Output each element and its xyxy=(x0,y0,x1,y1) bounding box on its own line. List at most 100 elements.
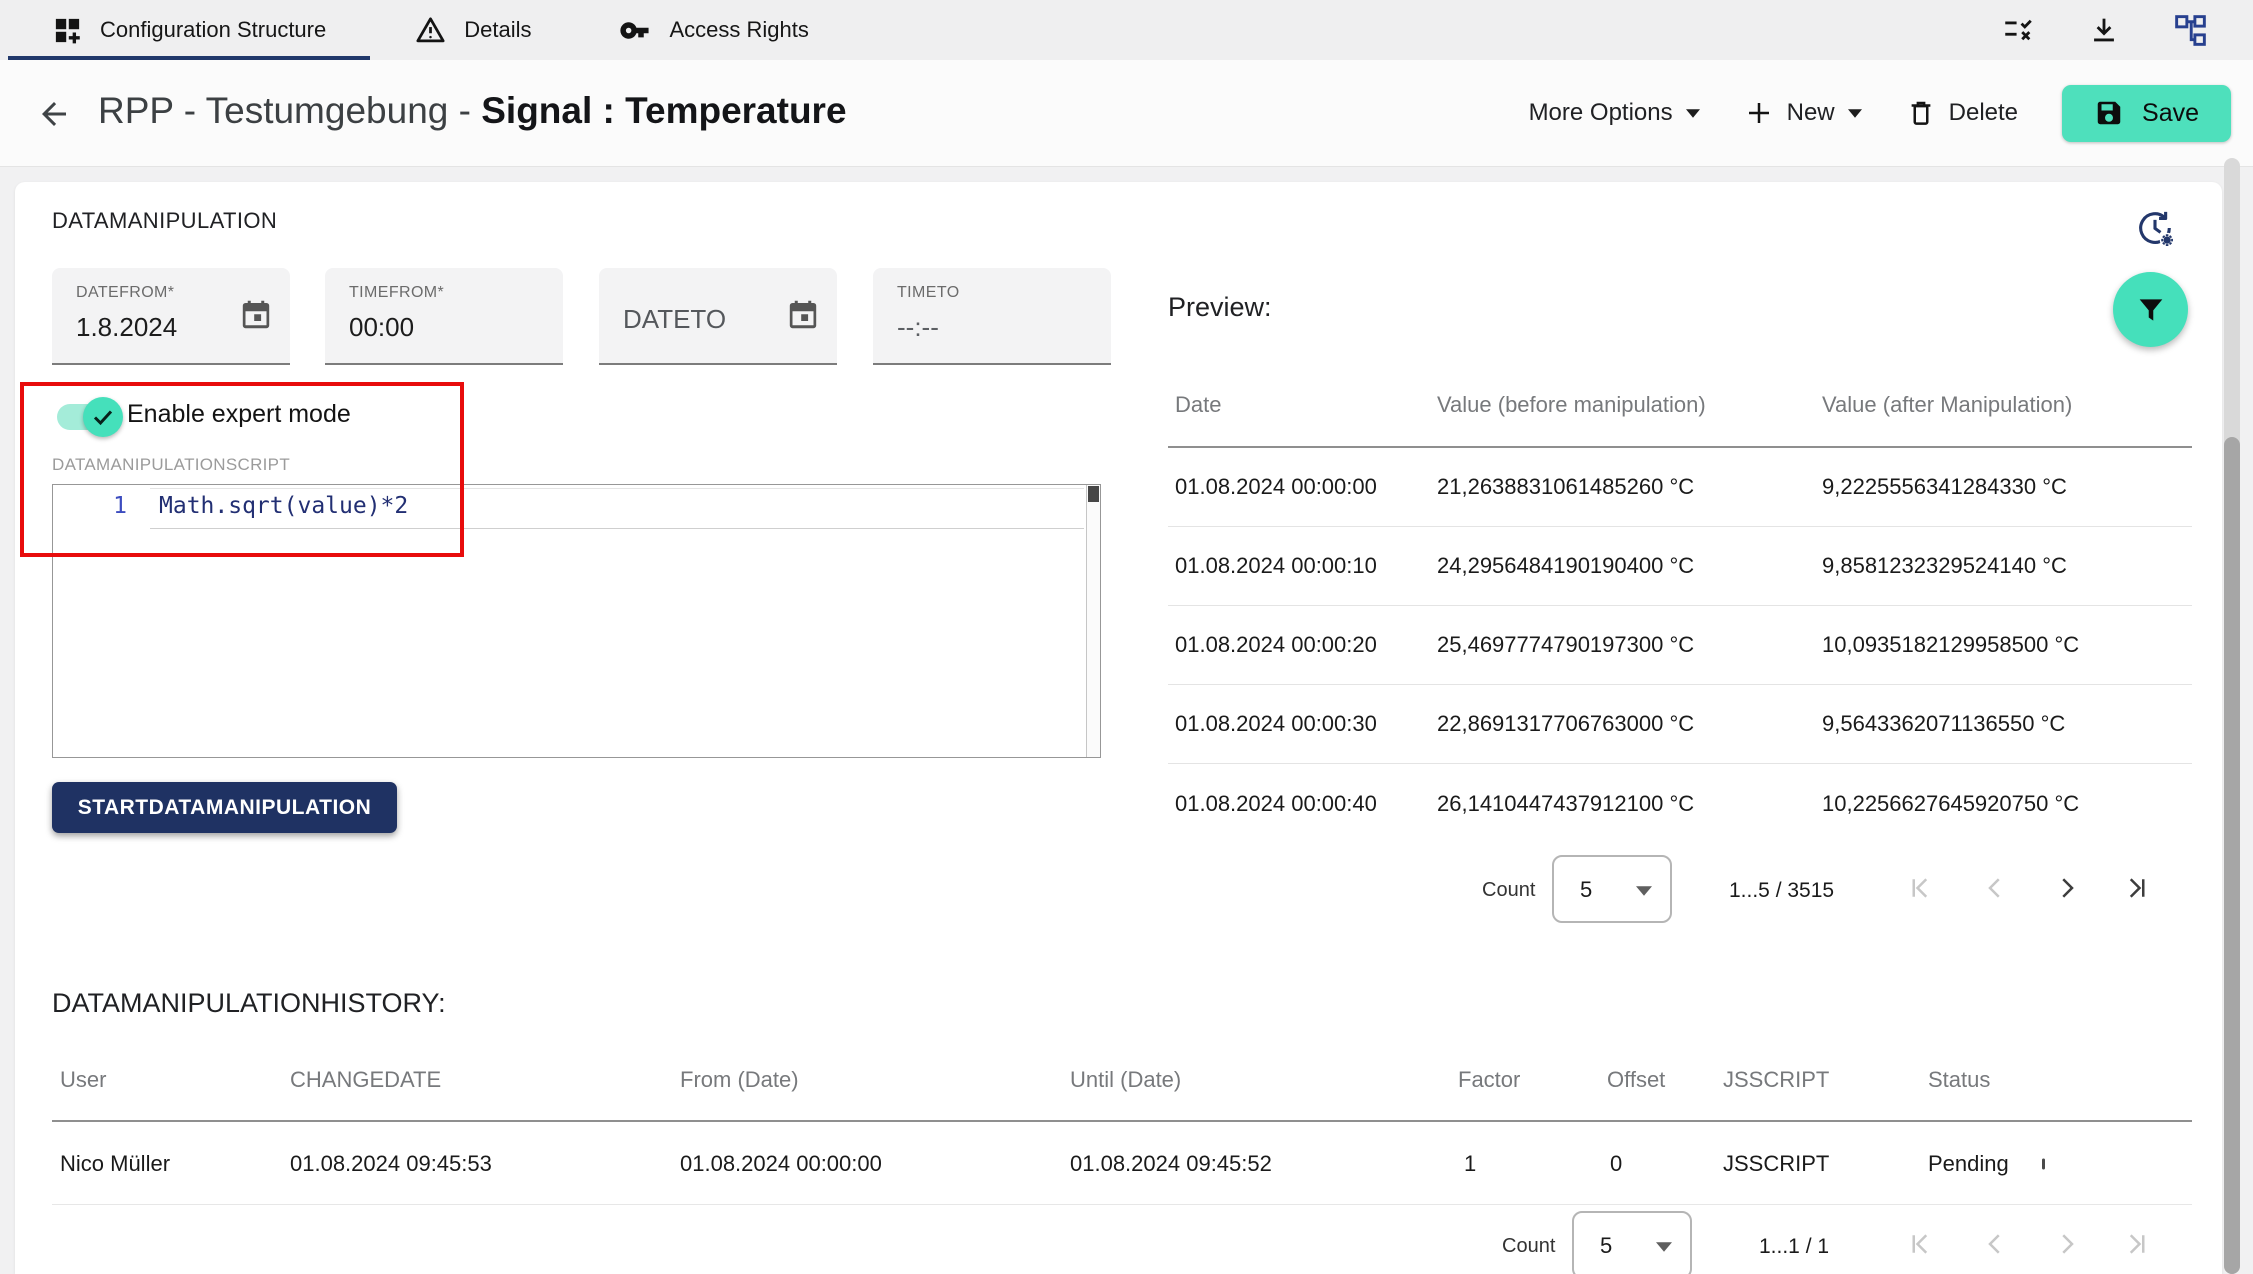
select-caret-icon xyxy=(1656,1242,1672,1252)
cell-before: 24,2956484190190400 °C xyxy=(1437,553,1694,579)
delete-button[interactable]: Delete xyxy=(1906,97,2018,129)
table-row: 01.08.2024 00:00:10 24,2956484190190400 … xyxy=(1168,527,2192,606)
next-page-button[interactable] xyxy=(2052,873,2082,903)
filter-fab-button[interactable] xyxy=(2113,272,2188,347)
tree-structure-icon[interactable] xyxy=(2173,13,2208,48)
expert-mode-toggle[interactable] xyxy=(57,404,113,430)
new-label: New xyxy=(1787,99,1835,127)
plus-icon xyxy=(1744,98,1774,128)
select-caret-icon xyxy=(1636,886,1652,896)
save-button[interactable]: Save xyxy=(2062,85,2231,142)
cell-date: 01.08.2024 00:00:30 xyxy=(1175,711,1377,737)
cell-before: 25,4697774790197300 °C xyxy=(1437,632,1694,658)
history-col-until: Until (Date) xyxy=(1070,1067,1181,1093)
page-title: RPP - Testumgebung - Signal : Temperatur… xyxy=(98,90,847,132)
editor-scrollbar[interactable] xyxy=(1086,485,1100,757)
key-icon xyxy=(619,14,652,47)
count-select[interactable]: 5 xyxy=(1572,1211,1692,1274)
more-options-button[interactable]: More Options xyxy=(1529,99,1700,127)
history-col-user: User xyxy=(60,1067,106,1093)
filter-funnel-icon xyxy=(2135,294,2167,326)
previous-page-button[interactable] xyxy=(1980,873,2010,903)
page-header: RPP - Testumgebung - Signal : Temperatur… xyxy=(0,60,2253,167)
preview-title: Preview: xyxy=(1168,292,1272,323)
top-tab-bar: Configuration Structure Details Access R… xyxy=(0,0,2253,60)
next-page-button[interactable] xyxy=(2052,1229,2082,1259)
count-value: 5 xyxy=(1600,1233,1612,1259)
preview-col-after: Value (after Manipulation) xyxy=(1822,392,2072,418)
cell-date: 01.08.2024 00:00:40 xyxy=(1175,791,1377,817)
table-row: 01.08.2024 00:00:00 21,2638831061485260 … xyxy=(1168,448,2192,527)
count-select[interactable]: 5 xyxy=(1552,855,1672,923)
app-window: Configuration Structure Details Access R… xyxy=(0,0,2253,1274)
last-page-button[interactable] xyxy=(2122,873,2152,903)
cell-date: 01.08.2024 00:00:20 xyxy=(1175,632,1377,658)
history-title: DATAMANIPULATIONHISTORY: xyxy=(52,988,446,1019)
toggle-thumb xyxy=(83,397,123,437)
warning-triangle-icon xyxy=(414,14,447,47)
table-row: 01.08.2024 00:00:30 22,8691317706763000 … xyxy=(1168,685,2192,764)
history-col-jsscript: JSSCRIPT xyxy=(1723,1067,1829,1093)
back-arrow-icon[interactable] xyxy=(36,96,72,132)
rule-checklist-icon[interactable] xyxy=(2001,13,2035,47)
count-label: Count xyxy=(1502,1235,1555,1258)
script-code-editor[interactable]: 1 Math.sqrt(value)*2 xyxy=(52,484,1101,758)
tab-details[interactable]: Details xyxy=(370,0,575,60)
new-button[interactable]: New xyxy=(1744,98,1862,128)
cell-after: 10,2256627645920750 °C xyxy=(1822,791,2079,817)
timefrom-field[interactable]: TIMEFROM* 00:00 xyxy=(325,268,563,365)
preview-pagination: Count 5 1...5 / 3515 xyxy=(1168,853,2192,925)
timefrom-value: 00:00 xyxy=(349,312,414,343)
tab-label: Configuration Structure xyxy=(100,17,326,43)
count-value: 5 xyxy=(1580,877,1592,903)
cell-date: 01.08.2024 00:00:10 xyxy=(1175,553,1377,579)
save-label: Save xyxy=(2142,99,2199,128)
title-prefix: RPP - Testumgebung - xyxy=(98,90,481,131)
history-col-offset: Offset xyxy=(1607,1067,1665,1093)
last-page-button[interactable] xyxy=(2122,1229,2152,1259)
timeto-value: --:-- xyxy=(897,312,939,343)
sync-settings-icon[interactable] xyxy=(2133,206,2177,250)
first-page-button[interactable] xyxy=(1905,873,1935,903)
calendar-icon[interactable] xyxy=(785,296,821,334)
history-col-factor: Factor xyxy=(1458,1067,1520,1093)
timefrom-label: TIMEFROM* xyxy=(349,284,444,302)
previous-page-button[interactable] xyxy=(1980,1229,2010,1259)
first-page-button[interactable] xyxy=(1905,1229,1935,1259)
timeto-field[interactable]: TIMETO --:-- xyxy=(873,268,1111,365)
header-actions: More Options New xyxy=(1529,60,2231,166)
title-main: Signal : Temperature xyxy=(481,90,846,131)
cell-date: 01.08.2024 00:00:00 xyxy=(1175,474,1377,500)
editor-line-number: 1 xyxy=(53,493,127,519)
page-range: 1...1 / 1 xyxy=(1759,1235,1829,1259)
cell-factor: 1 xyxy=(1464,1151,1476,1177)
datefrom-value: 1.8.2024 xyxy=(76,312,177,343)
timeto-label: TIMETO xyxy=(897,284,960,302)
more-options-label: More Options xyxy=(1529,99,1673,127)
status-pending-mark xyxy=(2042,1158,2045,1169)
cell-status: Pending xyxy=(1928,1151,2009,1177)
tab-label: Access Rights xyxy=(669,17,808,43)
cell-before: 26,1410447437912100 °C xyxy=(1437,791,1694,817)
page-scrollbar-thumb[interactable] xyxy=(2224,437,2240,1274)
table-row: 01.08.2024 00:00:40 26,1410447437912100 … xyxy=(1168,764,2192,843)
download-icon[interactable] xyxy=(2087,13,2121,47)
calendar-icon[interactable] xyxy=(238,296,274,334)
expert-mode-label: Enable expert mode xyxy=(127,400,351,429)
dateto-field[interactable]: DATETO xyxy=(599,268,837,365)
cell-until: 01.08.2024 09:45:52 xyxy=(1070,1151,1272,1177)
datefrom-label: DATEFROM* xyxy=(76,284,174,302)
cell-user: Nico Müller xyxy=(60,1151,170,1177)
cell-before: 22,8691317706763000 °C xyxy=(1437,711,1694,737)
editor-code-line: Math.sqrt(value)*2 xyxy=(159,493,408,519)
preview-col-before: Value (before manipulation) xyxy=(1437,392,1706,418)
editor-scrollbar-thumb[interactable] xyxy=(1088,486,1099,502)
tab-access-rights[interactable]: Access Rights xyxy=(575,0,852,60)
cell-after: 9,5643362071136550 °C xyxy=(1822,711,2065,737)
cell-after: 10,0935182129958500 °C xyxy=(1822,632,2079,658)
save-floppy-icon xyxy=(2094,98,2124,128)
start-datamanipulation-button[interactable]: STARTDATAMANIPULATION xyxy=(52,782,397,833)
datefrom-field[interactable]: DATEFROM* 1.8.2024 xyxy=(52,268,290,365)
tab-configuration-structure[interactable]: Configuration Structure xyxy=(8,0,370,60)
cell-after: 9,8581232329524140 °C xyxy=(1822,553,2067,579)
